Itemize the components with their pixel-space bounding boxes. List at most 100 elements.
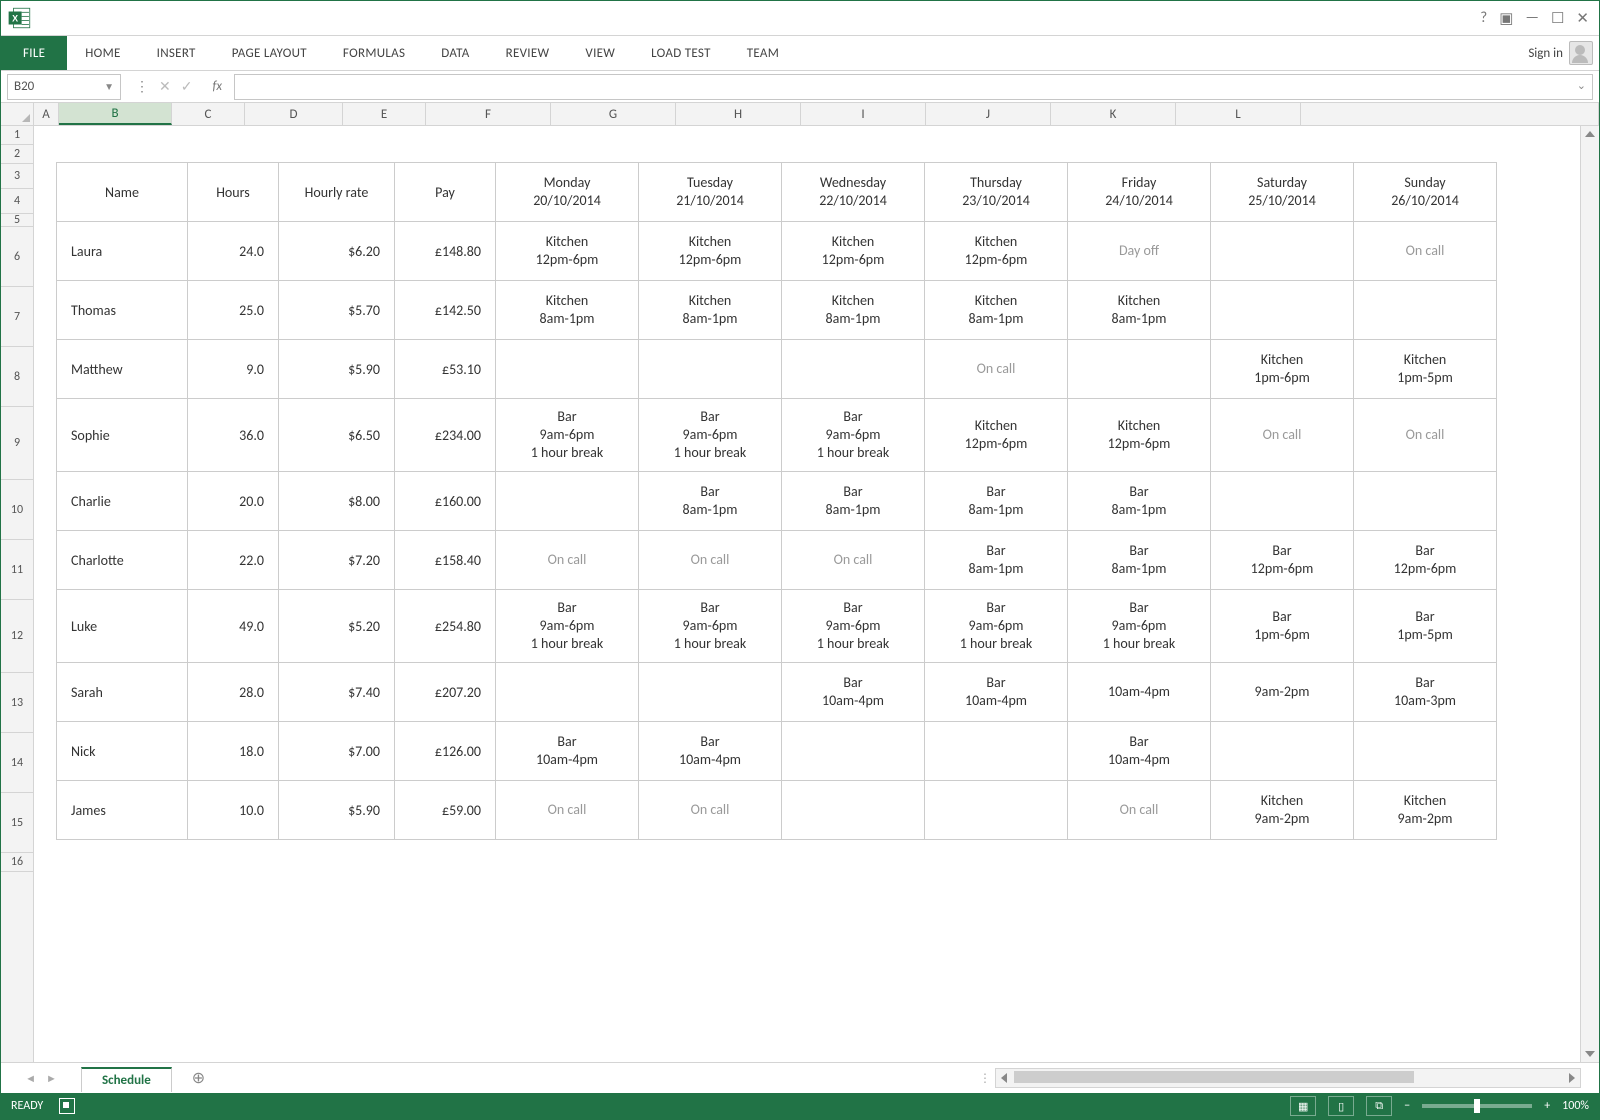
cell-hours[interactable]: 10.0 bbox=[188, 781, 279, 840]
col-header-C[interactable]: C bbox=[172, 103, 245, 125]
cell-shift[interactable] bbox=[1354, 722, 1497, 781]
cell-shift[interactable]: Kitchen12pm-6pm bbox=[782, 222, 925, 281]
cell-shift[interactable]: On call bbox=[496, 781, 639, 840]
cell-shift[interactable] bbox=[639, 663, 782, 722]
cell-shift[interactable]: Kitchen8am-1pm bbox=[1068, 281, 1211, 340]
cell-hours[interactable]: 9.0 bbox=[188, 340, 279, 399]
zoom-slider[interactable] bbox=[1422, 1104, 1532, 1108]
minimize-button[interactable]: — bbox=[1525, 9, 1539, 27]
cell-pay[interactable]: £234.00 bbox=[395, 399, 496, 472]
cell-rate[interactable]: $5.70 bbox=[279, 281, 395, 340]
col-header-H[interactable]: H bbox=[676, 103, 801, 125]
cell-shift[interactable]: Bar8am-1pm bbox=[782, 472, 925, 531]
cell-shift[interactable]: Bar9am-6pm1 hour break bbox=[496, 590, 639, 663]
cell-name[interactable]: Sophie bbox=[57, 399, 188, 472]
tab-view[interactable]: VIEW bbox=[567, 36, 633, 70]
row-header[interactable]: 12 bbox=[1, 600, 33, 673]
cell-shift[interactable] bbox=[1211, 281, 1354, 340]
col-header-J[interactable]: J bbox=[926, 103, 1051, 125]
cell-pay[interactable]: £53.10 bbox=[395, 340, 496, 399]
cell-pay[interactable]: £59.00 bbox=[395, 781, 496, 840]
cell-shift[interactable]: Bar9am-6pm1 hour break bbox=[782, 399, 925, 472]
name-box-dropdown-icon[interactable]: ▼ bbox=[104, 80, 114, 93]
cell-shift[interactable]: Bar10am-3pm bbox=[1354, 663, 1497, 722]
cell-shift[interactable]: 9am-2pm bbox=[1211, 663, 1354, 722]
tab-formulas[interactable]: FORMULAS bbox=[325, 36, 423, 70]
row-header[interactable]: 6 bbox=[1, 227, 33, 287]
row-header[interactable]: 14 bbox=[1, 733, 33, 793]
cell-rate[interactable]: $5.90 bbox=[279, 340, 395, 399]
cell-shift[interactable]: On call bbox=[1068, 781, 1211, 840]
cell-name[interactable]: Laura bbox=[57, 222, 188, 281]
cell-shift[interactable]: Kitchen8am-1pm bbox=[496, 281, 639, 340]
cell-shift[interactable]: Kitchen8am-1pm bbox=[639, 281, 782, 340]
row-header[interactable]: 5 bbox=[1, 214, 33, 227]
cell-hours[interactable]: 49.0 bbox=[188, 590, 279, 663]
cell-name[interactable]: Nick bbox=[57, 722, 188, 781]
cell-shift[interactable] bbox=[639, 340, 782, 399]
cell-shift[interactable] bbox=[496, 472, 639, 531]
row-header[interactable]: 9 bbox=[1, 407, 33, 480]
col-header-I[interactable]: I bbox=[801, 103, 926, 125]
row-header[interactable]: 15 bbox=[1, 793, 33, 853]
tab-split-handle[interactable]: ⋮ bbox=[981, 1069, 989, 1087]
cell-rate[interactable]: $5.90 bbox=[279, 781, 395, 840]
cell-shift[interactable]: Bar9am-6pm1 hour break bbox=[1068, 590, 1211, 663]
cell-name[interactable]: James bbox=[57, 781, 188, 840]
cell-shift[interactable]: On call bbox=[1354, 399, 1497, 472]
sheet-area[interactable]: NameHoursHourly ratePayMonday20/10/2014T… bbox=[34, 126, 1580, 1062]
row-header[interactable]: 11 bbox=[1, 540, 33, 600]
table-header[interactable]: Tuesday21/10/2014 bbox=[639, 163, 782, 222]
cell-shift[interactable]: Kitchen9am-2pm bbox=[1354, 781, 1497, 840]
cell-shift[interactable] bbox=[782, 340, 925, 399]
select-all-corner[interactable] bbox=[1, 103, 34, 125]
cell-shift[interactable]: Bar9am-6pm1 hour break bbox=[639, 399, 782, 472]
avatar-icon[interactable] bbox=[1569, 41, 1593, 65]
cell-shift[interactable]: On call bbox=[1211, 399, 1354, 472]
formula-input[interactable]: ⌄ bbox=[234, 74, 1593, 100]
zoom-out-button[interactable]: − bbox=[1404, 1099, 1410, 1113]
cell-shift[interactable]: Kitchen8am-1pm bbox=[782, 281, 925, 340]
row-header[interactable]: 10 bbox=[1, 480, 33, 540]
cell-pay[interactable]: £254.80 bbox=[395, 590, 496, 663]
cell-shift[interactable]: Bar10am-4pm bbox=[496, 722, 639, 781]
cell-shift[interactable]: On call bbox=[1354, 222, 1497, 281]
tab-insert[interactable]: INSERT bbox=[139, 36, 214, 70]
cell-shift[interactable]: Kitchen12pm-6pm bbox=[496, 222, 639, 281]
cell-shift[interactable]: Bar1pm-6pm bbox=[1211, 590, 1354, 663]
tab-file[interactable]: FILE bbox=[1, 36, 67, 70]
cell-rate[interactable]: $7.20 bbox=[279, 531, 395, 590]
cell-shift[interactable]: Bar8am-1pm bbox=[1068, 472, 1211, 531]
cell-hours[interactable]: 36.0 bbox=[188, 399, 279, 472]
view-page-layout-icon[interactable]: ▯ bbox=[1328, 1096, 1354, 1116]
cell-name[interactable]: Thomas bbox=[57, 281, 188, 340]
col-header-F[interactable]: F bbox=[426, 103, 551, 125]
col-header-G[interactable]: G bbox=[551, 103, 676, 125]
cell-name[interactable]: Charlie bbox=[57, 472, 188, 531]
col-header-L[interactable]: L bbox=[1176, 103, 1301, 125]
cell-rate[interactable]: $5.20 bbox=[279, 590, 395, 663]
cell-name[interactable]: Luke bbox=[57, 590, 188, 663]
table-header[interactable]: Monday20/10/2014 bbox=[496, 163, 639, 222]
row-header[interactable]: 3 bbox=[1, 164, 33, 189]
cell-shift[interactable]: Bar10am-4pm bbox=[1068, 722, 1211, 781]
cell-shift[interactable]: Kitchen12pm-6pm bbox=[639, 222, 782, 281]
cell-shift[interactable]: On call bbox=[496, 531, 639, 590]
table-header[interactable]: Saturday25/10/2014 bbox=[1211, 163, 1354, 222]
cell-rate[interactable]: $6.50 bbox=[279, 399, 395, 472]
maximize-button[interactable]: ☐ bbox=[1551, 9, 1564, 28]
cell-shift[interactable] bbox=[925, 722, 1068, 781]
cell-shift[interactable]: Bar9am-6pm1 hour break bbox=[639, 590, 782, 663]
cell-shift[interactable]: Bar1pm-5pm bbox=[1354, 590, 1497, 663]
cell-name[interactable]: Sarah bbox=[57, 663, 188, 722]
row-header[interactable]: 1 bbox=[1, 126, 33, 145]
cell-shift[interactable] bbox=[782, 722, 925, 781]
enter-icon[interactable]: ✓ bbox=[181, 78, 193, 95]
sign-in-link[interactable]: Sign in bbox=[1528, 46, 1563, 61]
table-header[interactable]: Sunday26/10/2014 bbox=[1354, 163, 1497, 222]
cell-shift[interactable] bbox=[1354, 472, 1497, 531]
row-header[interactable]: 4 bbox=[1, 189, 33, 214]
cell-name[interactable]: Charlotte bbox=[57, 531, 188, 590]
cell-shift[interactable] bbox=[925, 781, 1068, 840]
macro-record-icon[interactable] bbox=[59, 1098, 75, 1114]
